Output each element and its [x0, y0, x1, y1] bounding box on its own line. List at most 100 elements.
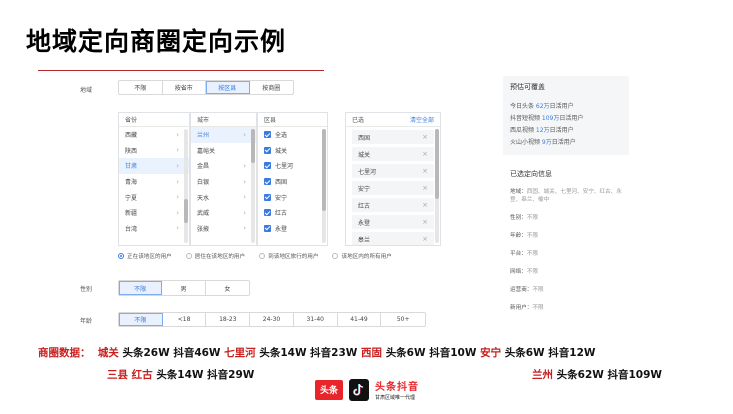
chevron-right-icon: ›: [243, 193, 246, 202]
chevron-right-icon: ›: [176, 146, 179, 155]
county-item[interactable]: 西固: [258, 174, 327, 190]
province-panel: 省份 西藏 › 陕西 › 甘肃 › 青海 › 宁夏 › 新疆 › 台湾 ›: [118, 112, 190, 246]
city-item[interactable]: 白银 ›: [191, 174, 256, 190]
region-tab-province-city[interactable]: 按省市: [163, 81, 206, 94]
county-item[interactable]: 安宁: [258, 189, 327, 205]
selected-panel: 已选 清空全部 西固 × 城关 × 七里河 × 安宁 × 红古 × 永登 × 皋兰 ×: [345, 112, 441, 246]
page-title: 地域定向商圈定向示例: [26, 27, 287, 56]
chevron-right-icon: ›: [176, 161, 179, 170]
province-item[interactable]: 台湾 ›: [119, 221, 189, 237]
age-31-40[interactable]: 31-40: [294, 313, 338, 326]
selected-chip: 皋兰 ×: [352, 232, 434, 245]
gender-male[interactable]: 男: [162, 281, 206, 295]
county-item[interactable]: 全选: [258, 127, 327, 143]
gender-female[interactable]: 女: [206, 281, 249, 295]
chevron-right-icon: ›: [243, 130, 246, 139]
chevron-right-icon: ›: [176, 193, 179, 202]
gender-unlimited[interactable]: 不限: [119, 281, 163, 295]
close-icon[interactable]: ×: [422, 167, 428, 175]
province-item[interactable]: 青海 ›: [119, 174, 189, 190]
age-41-49[interactable]: 41-49: [338, 313, 382, 326]
close-icon[interactable]: ×: [422, 184, 428, 192]
selected-chip: 七里河 ×: [352, 164, 434, 178]
province-item[interactable]: 西藏 ›: [119, 127, 189, 143]
age-24-30[interactable]: 24-30: [250, 313, 294, 326]
radio-icon: [332, 253, 339, 259]
radio-icon: [185, 253, 192, 259]
region-tab-county[interactable]: 按区县: [206, 81, 250, 94]
info-row-region: 地域：西固、城关、七里河、安宁、红古、永登、皋兰、榆中: [510, 189, 622, 203]
selected-header: 已选 清空全部: [346, 113, 440, 127]
checkbox-checked-icon[interactable]: [264, 146, 271, 154]
chevron-right-icon: ›: [176, 177, 179, 186]
checkbox-checked-icon[interactable]: [264, 193, 271, 201]
age-under-18[interactable]: <18: [163, 313, 207, 326]
info-row-new-user: 新用户：不限: [510, 305, 544, 311]
close-icon[interactable]: ×: [422, 133, 428, 141]
gender-options: 不限 男 女: [118, 280, 250, 296]
region-tab-business-circle[interactable]: 按商圈: [250, 81, 293, 94]
radio-all-users-in-area[interactable]: 该地区内的所有用户: [332, 252, 392, 260]
county-item[interactable]: 七里河: [258, 158, 327, 174]
coverage-title: 预估可覆盖: [510, 83, 545, 91]
province-item[interactable]: 甘肃 ›: [119, 158, 189, 174]
city-scrollbar[interactable]: [251, 129, 255, 243]
coverage-row: 西瓜视频 12万日活用户: [510, 127, 574, 134]
province-header: 省份: [119, 113, 189, 127]
county-item[interactable]: 城关: [258, 143, 327, 159]
city-header: 城市: [191, 113, 256, 127]
checkbox-checked-icon[interactable]: [264, 131, 271, 139]
city-item[interactable]: 兰州 ›: [191, 127, 256, 143]
county-item[interactable]: 永登: [258, 221, 327, 237]
chevron-right-icon: ›: [243, 224, 246, 233]
info-row-network: 网络：不限: [510, 269, 538, 275]
province-item[interactable]: 新疆 ›: [119, 205, 189, 221]
province-scrollbar[interactable]: [184, 129, 188, 243]
chevron-right-icon: ›: [176, 208, 179, 217]
coverage-row: 火山小视频 9万日活用户: [510, 139, 576, 146]
province-item[interactable]: 陕西 ›: [119, 143, 189, 159]
close-icon[interactable]: ×: [422, 235, 428, 243]
county-panel: 区县 全选 城关 七里河 西固 安宁 红古 永登: [257, 112, 328, 246]
age-18-23[interactable]: 18-23: [206, 313, 251, 326]
region-tab-unlimited[interactable]: 不限: [119, 81, 163, 94]
city-item[interactable]: 武威 ›: [191, 205, 256, 221]
radio-traveling-to-area[interactable]: 到该地区旅行的用户: [259, 252, 318, 260]
close-icon[interactable]: ×: [422, 218, 428, 226]
selected-info-title: 已选定向信息: [510, 170, 552, 178]
city-item[interactable]: 嘉峪关: [191, 143, 256, 159]
county-item[interactable]: 红古: [258, 205, 327, 221]
info-row-age: 年龄：不限: [510, 233, 538, 239]
douyin-logo-icon: [349, 378, 369, 401]
age-50-plus[interactable]: 50+: [381, 313, 425, 326]
radio-currently-in-area[interactable]: 正在该地区的用户: [118, 252, 172, 260]
clear-all-link[interactable]: 清空全部: [410, 115, 434, 124]
checkbox-checked-icon[interactable]: [264, 224, 271, 232]
radio-resident-in-area[interactable]: 居住在该地区的用户: [185, 252, 245, 260]
county-scrollbar[interactable]: [322, 129, 326, 243]
city-item[interactable]: 金昌 ›: [191, 158, 256, 174]
info-row-gender: 性别：不限: [510, 215, 538, 221]
province-item[interactable]: 宁夏 ›: [119, 189, 189, 205]
checkbox-checked-icon[interactable]: [264, 209, 271, 217]
region-label: 地域: [80, 87, 93, 94]
info-row-carrier: 运营商：不限: [510, 287, 544, 293]
checkbox-checked-icon[interactable]: [264, 178, 271, 186]
selected-scrollbar[interactable]: [435, 129, 439, 243]
selected-chip: 安宁 ×: [352, 181, 434, 195]
selected-chip: 西固 ×: [352, 130, 434, 144]
age-unlimited[interactable]: 不限: [119, 313, 163, 326]
brand-text: 头条抖音 甘肃区域唯一代理: [375, 382, 419, 401]
age-options: 不限 <18 18-23 24-30 31-40 41-49 50+: [118, 312, 426, 327]
city-item[interactable]: 天水 ›: [191, 189, 256, 205]
selected-chip: 永登 ×: [352, 215, 434, 229]
close-icon[interactable]: ×: [422, 150, 428, 158]
chevron-right-icon: ›: [243, 208, 246, 217]
city-panel: 城市 兰州 › 嘉峪关 金昌 › 白银 › 天水 › 武威 › 张掖 ›: [190, 112, 257, 246]
city-item[interactable]: 张掖 ›: [191, 221, 256, 237]
close-icon[interactable]: ×: [422, 201, 428, 209]
county-header: 区县: [258, 113, 327, 127]
title-divider: [38, 70, 324, 71]
radio-selected-icon: [118, 253, 124, 259]
checkbox-checked-icon[interactable]: [264, 162, 271, 170]
